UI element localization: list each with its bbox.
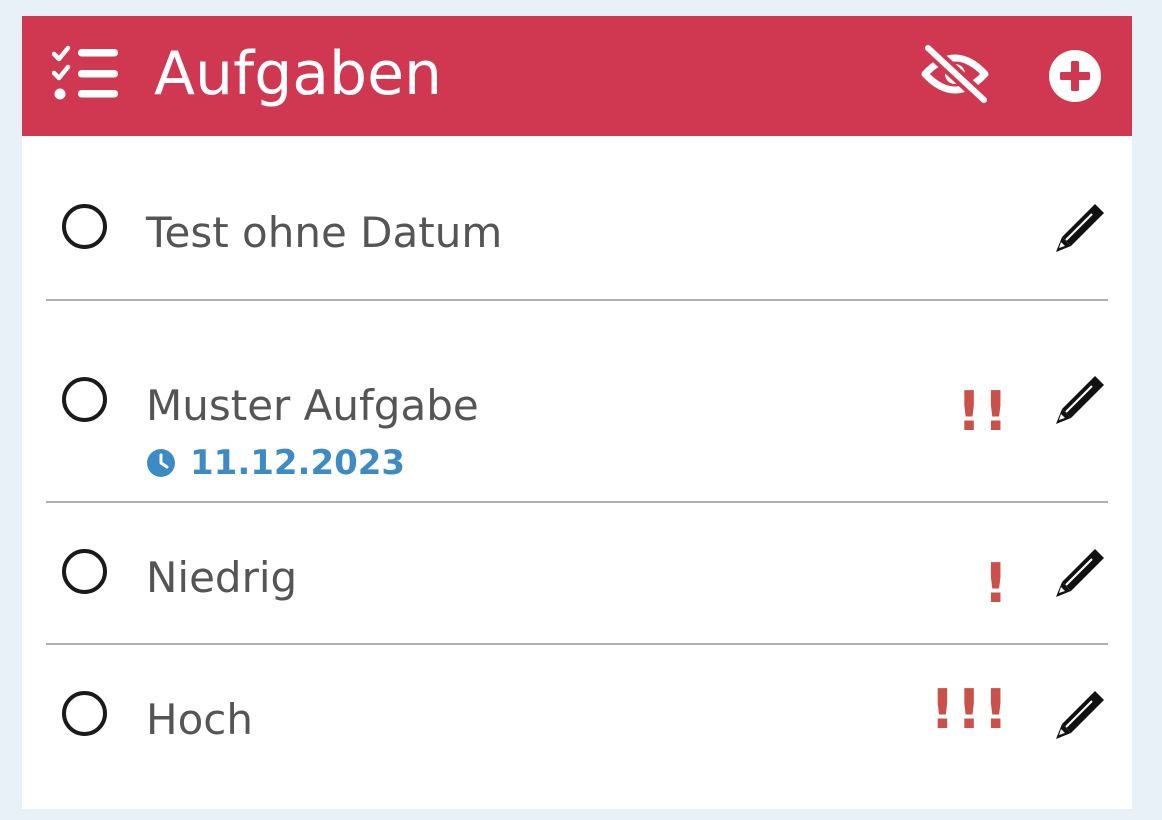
edit-task-button[interactable] bbox=[1052, 545, 1108, 601]
priority-indicator: !! bbox=[956, 380, 1010, 443]
pencil-icon bbox=[1056, 376, 1104, 424]
widget-header: Aufgaben bbox=[22, 16, 1132, 136]
toggle-completed-button[interactable] bbox=[920, 41, 991, 107]
task-checkbox[interactable] bbox=[62, 377, 107, 422]
tasks-widget: Aufgaben Test ohne Datum Muster Aufgabe … bbox=[22, 16, 1132, 809]
page-title: Aufgaben bbox=[154, 39, 443, 109]
task-item: Test ohne Datum bbox=[46, 136, 1108, 301]
priority-indicator: !!! bbox=[930, 678, 1010, 741]
edit-task-button[interactable] bbox=[1052, 372, 1108, 428]
due-date-text: 11.12.2023 bbox=[190, 443, 406, 483]
task-title: Test ohne Datum bbox=[146, 208, 503, 257]
pencil-icon bbox=[1056, 204, 1104, 252]
clock-icon bbox=[147, 449, 175, 477]
pencil-icon bbox=[1056, 549, 1104, 597]
task-title: Muster Aufgabe bbox=[146, 381, 479, 430]
task-item: Niedrig ! bbox=[46, 503, 1108, 645]
add-task-button[interactable] bbox=[1047, 48, 1103, 104]
priority-indicator: ! bbox=[983, 552, 1010, 615]
task-item: Muster Aufgabe 11.12.2023 !! bbox=[46, 301, 1108, 503]
plus-circle-icon bbox=[1049, 50, 1101, 102]
tasks-list-icon bbox=[52, 45, 118, 100]
task-title: Niedrig bbox=[146, 553, 298, 602]
edit-task-button[interactable] bbox=[1052, 200, 1108, 256]
task-item: Hoch !!! bbox=[46, 645, 1108, 795]
eye-slash-icon bbox=[921, 41, 991, 107]
task-title: Hoch bbox=[146, 695, 253, 744]
pencil-icon bbox=[1056, 691, 1104, 739]
task-checkbox[interactable] bbox=[62, 549, 107, 594]
task-checkbox[interactable] bbox=[62, 204, 107, 249]
edit-task-button[interactable] bbox=[1052, 687, 1108, 743]
task-due-date: 11.12.2023 bbox=[146, 446, 405, 480]
task-checkbox[interactable] bbox=[62, 691, 107, 736]
